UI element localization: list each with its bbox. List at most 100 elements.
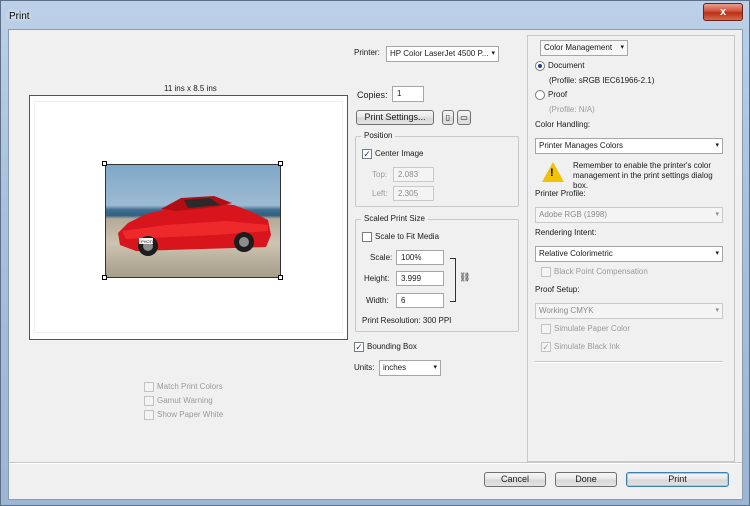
license-plate: PHOTO <box>141 239 155 244</box>
checkbox-icon <box>541 324 551 334</box>
rendering-intent-label: Rendering Intent: <box>535 228 597 237</box>
proof-profile: (Profile: N/A) <box>549 105 595 114</box>
top-label: Top: <box>372 170 388 179</box>
proof-radio[interactable]: Proof <box>535 90 567 100</box>
dialog-body: 11 ins x 8.5 ins PHOTO Match Print Color… <box>8 29 743 500</box>
position-title: Position <box>361 131 396 140</box>
checkbox-icon <box>362 232 372 242</box>
proof-setup-value: Working CMYK <box>539 306 594 315</box>
print-dialog: Print x 11 ins x 8.5 ins PHOTO Match Pri… <box>0 0 750 506</box>
checkbox-icon: ✓ <box>354 342 364 352</box>
chevron-down-icon: ▾ <box>620 44 624 51</box>
divider <box>535 361 723 363</box>
height-input[interactable]: 3.999 <box>396 271 444 286</box>
show-paper-white-label: Show Paper White <box>157 410 224 420</box>
title-bar[interactable]: Print x <box>1 1 749 29</box>
height-label: Height: <box>364 274 390 283</box>
copies-label: Copies: <box>357 90 388 100</box>
black-point-compensation-label: Black Point Compensation <box>554 267 648 277</box>
done-button[interactable]: Done <box>555 472 617 487</box>
paper-size-label: 11 ins x 8.5 ins <box>164 84 217 93</box>
left-input[interactable]: 2.305 <box>393 186 434 201</box>
gamut-warning-checkbox[interactable]: Gamut Warning <box>144 396 213 406</box>
warning-message: Remember to enable the printer's color m… <box>573 161 713 190</box>
cancel-button[interactable]: Cancel <box>484 472 546 487</box>
printer-value: HP Color LaserJet 4500 P... <box>390 49 489 58</box>
rendering-intent-value: Relative Colorimetric <box>539 249 613 258</box>
checkbox-icon <box>144 410 154 420</box>
chevron-down-icon: ▾ <box>715 211 719 218</box>
document-radio[interactable]: Document <box>535 61 584 71</box>
scale-label: Scale: <box>370 253 393 262</box>
chevron-down-icon: ▾ <box>715 307 719 314</box>
chevron-down-icon: ▾ <box>433 364 437 371</box>
center-image-checkbox[interactable]: ✓ Center Image <box>362 149 423 159</box>
rendering-intent-select[interactable]: Relative Colorimetric ▾ <box>535 246 723 262</box>
left-label: Left: <box>372 189 388 198</box>
scale-to-fit-label: Scale to Fit Media <box>375 232 440 242</box>
color-handling-value: Printer Manages Colors <box>539 141 624 150</box>
width-input[interactable]: 6 <box>396 293 444 308</box>
scale-input[interactable]: 100% <box>396 250 444 265</box>
simulate-black-ink-label: Simulate Black Ink <box>554 342 620 352</box>
proof-label: Proof <box>548 90 568 100</box>
window-title: Print <box>9 11 30 22</box>
match-print-colors-label: Match Print Colors <box>157 382 223 392</box>
show-paper-white-checkbox[interactable]: Show Paper White <box>144 410 223 420</box>
printer-label: Printer: <box>354 48 380 57</box>
section-select-value: Color Management <box>544 43 613 52</box>
printer-profile-select[interactable]: Adobe RGB (1998) ▾ <box>535 207 723 223</box>
position-group: Position ✓ Center Image Top: 2.083 Left: … <box>355 131 519 207</box>
chevron-down-icon: ▾ <box>491 50 495 57</box>
preview-image[interactable]: PHOTO <box>105 164 281 278</box>
proof-setup-select[interactable]: Working CMYK ▾ <box>535 303 723 319</box>
gamut-warning-label: Gamut Warning <box>157 396 213 406</box>
print-settings-button[interactable]: Print Settings... <box>356 110 434 125</box>
resize-handle[interactable] <box>278 275 283 280</box>
bounding-box-checkbox[interactable]: ✓ Bounding Box <box>354 342 417 352</box>
red-car-photo: PHOTO <box>118 196 271 256</box>
top-input[interactable]: 2.083 <box>393 167 434 182</box>
print-button[interactable]: Print <box>626 472 729 487</box>
resize-handle[interactable] <box>102 161 107 166</box>
checkbox-icon <box>144 382 154 392</box>
printer-select[interactable]: HP Color LaserJet 4500 P... ▾ <box>386 46 499 62</box>
chevron-down-icon: ▾ <box>715 250 719 257</box>
document-profile: (Profile: sRGB IEC61966-2.1) <box>549 76 655 85</box>
document-label: Document <box>548 61 585 71</box>
color-handling-label: Color Handling: <box>535 120 591 129</box>
proof-setup-label: Proof Setup: <box>535 285 580 294</box>
copies-input[interactable]: 1 <box>392 86 424 102</box>
divider <box>9 462 742 464</box>
match-print-colors-checkbox[interactable]: Match Print Colors <box>144 382 223 392</box>
radio-icon <box>535 90 545 100</box>
width-label: Width: <box>366 296 389 305</box>
resize-handle[interactable] <box>278 161 283 166</box>
units-select[interactable]: inches ▾ <box>379 360 441 376</box>
constrain-bracket <box>450 258 456 302</box>
bounding-box-label: Bounding Box <box>367 342 417 352</box>
radio-icon <box>535 61 545 71</box>
simulate-paper-color-checkbox[interactable]: Simulate Paper Color <box>541 324 630 334</box>
color-management-panel: Color Management ▾ Document (Profile: sR… <box>527 35 735 462</box>
rotate-portrait-icon[interactable]: ▯ <box>442 110 454 125</box>
scaled-print-size-group: Scaled Print Size Scale to Fit Media Sca… <box>355 214 519 332</box>
chain-link-icon[interactable]: ⛓ <box>459 272 470 283</box>
rotate-landscape-icon[interactable]: ▭ <box>457 110 471 125</box>
color-handling-select[interactable]: Printer Manages Colors ▾ <box>535 138 723 154</box>
units-value: inches <box>383 363 407 372</box>
scale-to-fit-checkbox[interactable]: Scale to Fit Media <box>362 232 439 242</box>
simulate-black-ink-checkbox[interactable]: ✓ Simulate Black Ink <box>541 342 620 352</box>
scaled-print-size-title: Scaled Print Size <box>361 214 428 223</box>
printer-profile-value: Adobe RGB (1998) <box>539 210 608 219</box>
checkbox-icon: ✓ <box>362 149 372 159</box>
preview-paper: PHOTO <box>34 101 343 333</box>
section-select[interactable]: Color Management ▾ <box>540 40 628 56</box>
print-resolution: Print Resolution: 300 PPI <box>362 316 452 325</box>
resize-handle[interactable] <box>102 275 107 280</box>
checkbox-icon: ✓ <box>541 342 551 352</box>
black-point-compensation-checkbox[interactable]: Black Point Compensation <box>541 267 648 277</box>
checkbox-icon <box>541 267 551 277</box>
close-button[interactable]: x <box>703 3 743 21</box>
units-label: Units: <box>354 363 375 372</box>
